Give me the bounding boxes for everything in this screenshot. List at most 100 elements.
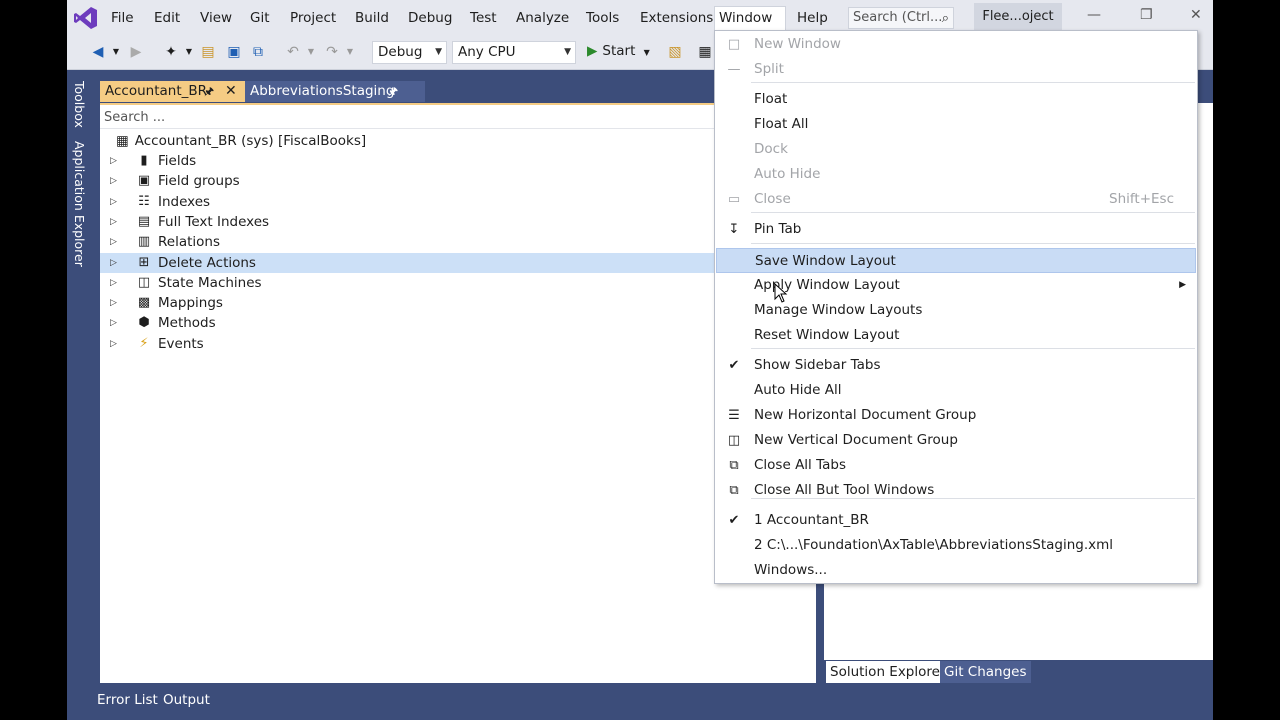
tab-solution-explorer[interactable]: Solution Explorer <box>826 661 950 683</box>
search-input[interactable]: Search (Ctrl... ⌕ <box>848 7 954 29</box>
menu-item-close-all-tabs[interactable]: ⧉ Close All Tabs <box>716 453 1196 478</box>
expand-arrow-icon[interactable]: ▷ <box>110 253 117 273</box>
expand-arrow-icon[interactable]: ▷ <box>110 212 117 232</box>
menu-item-close-all-but-tool-windows[interactable]: ⧉ Close All But Tool Windows <box>716 478 1196 503</box>
menu-git[interactable]: Git <box>246 7 274 29</box>
menu-item-label: Pin Tab <box>754 221 802 237</box>
menu-item-new-window[interactable]: □ New Window <box>716 32 1196 57</box>
menu-item-auto-hide-all[interactable]: Auto Hide All <box>716 378 1196 403</box>
tab-abbreviations-staging[interactable]: AbbreviationsStaging 🖈︎ <box>245 81 425 102</box>
menu-edit[interactable]: Edit <box>150 7 184 29</box>
tree-node[interactable]: ▷ ☷ Indexes <box>100 192 816 212</box>
close-tab-icon[interactable]: ✕ <box>225 81 237 102</box>
menu-extensions[interactable]: Extensions <box>636 7 717 29</box>
mappings-icon: ▩ <box>137 295 151 311</box>
toolbar-overflow-icon[interactable]: ▦ <box>696 43 714 61</box>
tree-node[interactable]: ▷ ◫ State Machines <box>100 273 816 293</box>
platform-select[interactable]: Any CPU ▼ <box>452 41 576 64</box>
minimize-icon[interactable]: — <box>1087 7 1101 23</box>
new-project-icon[interactable]: ✦ <box>162 43 180 61</box>
close-icon[interactable]: ✕ <box>1190 7 1202 23</box>
tree-node[interactable]: ▷ ⊞ Delete Actions <box>100 252 816 273</box>
tab-git-changes[interactable]: Git Changes <box>940 661 1031 683</box>
menu-test[interactable]: Test <box>466 7 501 29</box>
back-icon[interactable]: ◀ <box>89 43 107 61</box>
undo-dropdown-icon[interactable]: ▼ <box>302 43 320 61</box>
menu-item-save-window-layout[interactable]: Save Window Layout <box>716 248 1196 273</box>
menu-item-dock[interactable]: Dock <box>716 137 1196 162</box>
expand-arrow-icon[interactable]: ▷ <box>110 192 117 212</box>
toolbox-tab[interactable]: Toolbox <box>72 81 87 128</box>
menu-separator <box>751 243 1195 244</box>
menu-item-label: Save Window Layout <box>755 253 896 269</box>
configuration-select[interactable]: Debug ▼ <box>372 41 447 64</box>
tree-node-label: Field groups <box>158 173 240 190</box>
menu-item-show-sidebar-tabs[interactable]: ✔ Show Sidebar Tabs <box>716 353 1196 378</box>
undo-icon[interactable]: ↶ <box>284 43 302 61</box>
menu-item-windows[interactable]: Windows... <box>716 558 1196 583</box>
menu-view[interactable]: View <box>196 7 236 29</box>
tree-root-node[interactable]: ▦ Accountant_BR (sys) [FiscalBooks] <box>116 131 366 151</box>
tab-accountant-br[interactable]: Accountant_BR 🖈︎ ✕ <box>100 81 245 102</box>
open-folder-icon[interactable]: ▤ <box>199 43 217 61</box>
save-all-icon[interactable]: ⧉ <box>249 43 267 61</box>
pin-icon[interactable]: 🖈︎ <box>388 81 398 102</box>
expand-arrow-icon[interactable]: ▷ <box>110 171 117 191</box>
new-dropdown-icon[interactable]: ▼ <box>180 43 198 61</box>
menu-analyze[interactable]: Analyze <box>512 7 573 29</box>
menu-help[interactable]: Help <box>793 7 832 29</box>
menu-file[interactable]: File <box>107 7 138 29</box>
menu-tools[interactable]: Tools <box>582 7 623 29</box>
menu-debug[interactable]: Debug <box>404 7 456 29</box>
menu-item-1-accountant-br[interactable]: ✔ 1 Accountant_BR <box>716 508 1196 533</box>
tab-output[interactable]: Output <box>163 692 210 708</box>
tree-node[interactable]: ▷ ⚡ Events <box>100 334 816 354</box>
tree-node[interactable]: ▷ ▥ Relations <box>100 232 816 252</box>
expand-arrow-icon[interactable]: ▷ <box>110 334 117 354</box>
menu-item-apply-window-layout[interactable]: Apply Window Layout ▶ <box>716 273 1196 298</box>
menu-item-close[interactable]: ▭ Close Shift+Esc <box>716 187 1196 212</box>
menu-item-float[interactable]: Float <box>716 87 1196 112</box>
visual-studio-logo-icon <box>74 7 97 29</box>
back-dropdown-icon[interactable]: ▼ <box>107 43 125 61</box>
tree-node[interactable]: ▷ ▩ Mappings <box>100 293 816 313</box>
expand-arrow-icon[interactable]: ▷ <box>110 232 117 252</box>
find-in-files-icon[interactable]: ▧ <box>666 43 684 61</box>
menu-item-manage-window-layouts[interactable]: Manage Window Layouts <box>716 298 1196 323</box>
menu-project[interactable]: Project <box>286 7 340 29</box>
menu-build[interactable]: Build <box>351 7 393 29</box>
menu-item-reset-window-layout[interactable]: Reset Window Layout <box>716 323 1196 348</box>
menu-item-label: Windows... <box>754 562 828 578</box>
menu-item-new-vertical-document-group[interactable]: ◫ New Vertical Document Group <box>716 428 1196 453</box>
redo-icon[interactable]: ↷ <box>323 43 341 61</box>
search-placeholder: Search (Ctrl... <box>853 10 943 25</box>
tree-node[interactable]: ▷ ▮ Fields <box>100 151 816 171</box>
expand-arrow-icon[interactable]: ▷ <box>110 313 117 333</box>
menu-item-float-all[interactable]: Float All <box>716 112 1196 137</box>
menu-separator <box>751 348 1195 349</box>
menu-item-2-c-foundation-axtable-abbreviationsstaging-xml[interactable]: 2 C:\...\Foundation\AxTable\Abbreviation… <box>716 533 1196 558</box>
pin-icon[interactable]: 🖈︎ <box>204 81 214 102</box>
tree-node[interactable]: ▷ ▤ Full Text Indexes <box>100 212 816 232</box>
tree-node[interactable]: ▷ ⬢ Methods <box>100 313 816 333</box>
tab-error-list[interactable]: Error List <box>97 692 158 708</box>
methods-icon: ⬢ <box>138 315 150 331</box>
expand-arrow-icon[interactable]: ▷ <box>110 273 117 293</box>
expand-arrow-icon[interactable]: ▷ <box>110 293 117 313</box>
start-dropdown-icon[interactable]: ▼ <box>644 48 650 57</box>
expand-arrow-icon[interactable]: ▷ <box>110 151 117 171</box>
redo-dropdown-icon[interactable]: ▼ <box>341 43 359 61</box>
tree-node[interactable]: ▷ ▣ Field groups <box>100 171 816 191</box>
designer-search-placeholder: Search ... <box>104 110 166 125</box>
save-icon[interactable]: ▣ <box>225 43 243 61</box>
project-name-badge[interactable]: Flee...oject <box>974 3 1062 31</box>
forward-icon[interactable]: ▶ <box>127 43 145 61</box>
restore-icon[interactable]: ❐ <box>1140 7 1153 23</box>
designer-search-input[interactable]: Search ... <box>100 107 816 129</box>
start-button[interactable]: ▶ Start ▼ <box>587 43 650 59</box>
menu-item-pin-tab[interactable]: ↧ Pin Tab <box>716 217 1196 242</box>
menu-item-new-horizontal-document-group[interactable]: ☰ New Horizontal Document Group <box>716 403 1196 428</box>
menu-item-split[interactable]: — Split <box>716 57 1196 82</box>
application-explorer-tab[interactable]: Application Explorer <box>72 141 87 267</box>
menu-item-auto-hide[interactable]: Auto Hide <box>716 162 1196 187</box>
